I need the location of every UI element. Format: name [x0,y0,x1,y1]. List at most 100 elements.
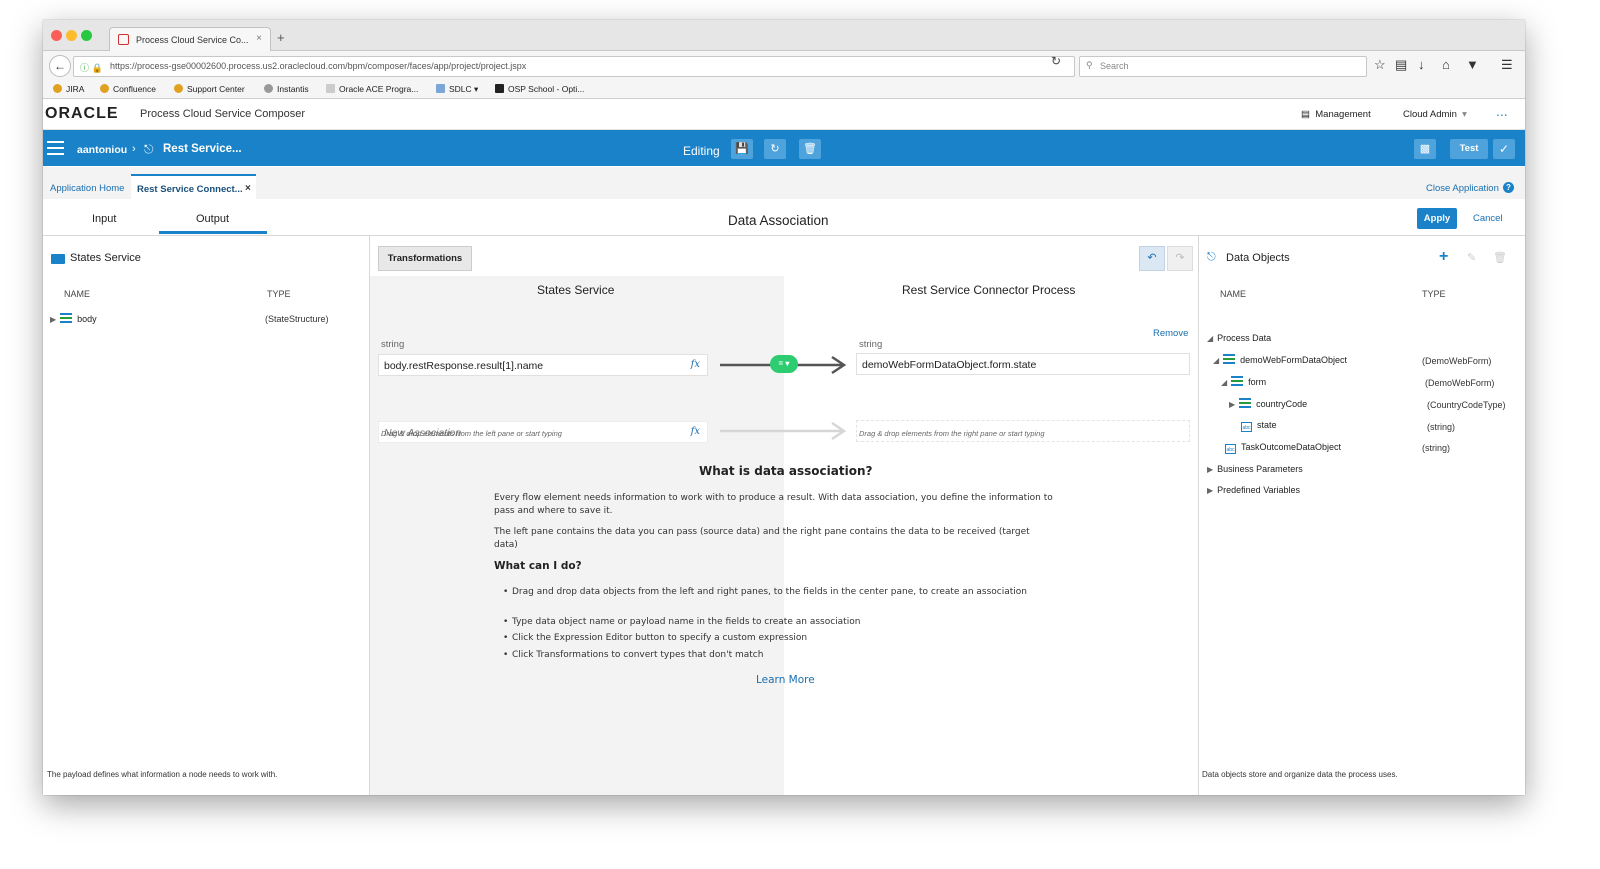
apply-button[interactable]: Apply [1417,208,1457,229]
collapse-icon[interactable]: ◢ [1221,378,1227,387]
more-options-icon[interactable]: ... [1496,103,1508,119]
undo-button[interactable]: ↶ [1139,246,1165,271]
tab-application-home[interactable]: Application Home [50,183,124,194]
breadcrumb-process[interactable]: Rest Service... [163,143,242,155]
lock-icon: ⓘ 🔒 [80,63,103,73]
tab-input[interactable]: Input [92,213,116,225]
delete-button[interactable]: 🗑 [799,139,821,159]
structure-icon [1239,398,1252,408]
close-window-icon[interactable] [51,30,62,41]
column-header-name: NAME [64,289,91,299]
expression-editor-icon[interactable]: fx [691,359,700,370]
browser-search-input[interactable]: ⚲ Search [1079,56,1367,77]
close-tab-icon[interactable]: × [256,33,262,44]
bookmark-support-center[interactable]: Support Center [174,84,245,94]
trash-icon[interactable]: 🗑 [1493,251,1507,264]
expression-editor-icon[interactable]: fx [691,426,700,437]
source-drop-hint: Drag & drop elements from the left pane … [381,429,562,438]
redo-button[interactable]: ↷ [1167,246,1193,271]
cancel-button[interactable]: Cancel [1473,213,1503,224]
expand-icon[interactable]: ▶ [1207,486,1213,495]
service-icon [51,254,65,264]
tree-item-body[interactable]: ▶ body [50,313,97,324]
browser-tab[interactable]: Process Cloud Service Co... × [109,27,271,52]
active-tab-indicator [159,231,267,234]
process-icon: ⎋ [144,142,154,156]
bookmark-oracle-ace[interactable]: Oracle ACE Progra... [326,84,418,94]
help-bullet: Click the Expression Editor button to sp… [503,632,1042,645]
close-icon[interactable]: × [245,183,251,194]
test-button[interactable]: Test [1450,139,1488,159]
save-button[interactable]: 💾 [731,139,753,159]
home-icon[interactable]: ⌂ [1442,57,1450,72]
structure-icon [1231,376,1244,386]
tree-item-demo-web-form-data-object[interactable]: ◢ demoWebFormDataObject [1213,354,1347,365]
breadcrumb-user[interactable]: aantoniou [77,144,127,156]
expand-icon[interactable]: ▶ [1207,465,1213,474]
expand-icon[interactable]: ▶ [50,315,56,324]
check-icon: ✓ [1498,142,1510,156]
browser-tab-strip: Process Cloud Service Co... × + [43,20,1525,52]
bookmark-sdlc-folder[interactable]: SDLC ▾ [436,84,478,95]
download-icon[interactable]: ↓ [1418,57,1425,72]
tree-item-type: (DemoWebForm) [1422,356,1492,366]
hamburger-menu-icon[interactable] [47,141,64,155]
target-expression-field[interactable]: demoWebFormDataObject.form.state [856,353,1190,375]
new-tab-button[interactable]: + [277,30,285,45]
reload-icon[interactable]: ↻ [1051,54,1061,68]
validate-button[interactable]: ✓ [1493,139,1515,159]
tree-item-task-outcome-data-object[interactable]: abc TaskOutcomeDataObject [1225,442,1341,454]
source-expression-field[interactable]: body.restResponse.result[1].name fx [378,354,708,376]
save-icon: 💾 [735,143,749,155]
tree-item-business-parameters[interactable]: ▶ Business Parameters [1207,464,1303,474]
user-menu[interactable]: Cloud Admin ▾ [1403,109,1467,120]
url-bar[interactable]: ⓘ 🔒 https://process-gse00002600.process.… [73,56,1075,77]
tree-item-country-code[interactable]: ▶ countryCode [1229,398,1307,409]
source-pane: States Service NAME TYPE ▶ body (StateStr… [43,236,370,795]
tree-item-form[interactable]: ◢ form [1221,376,1266,387]
bookmark-osp-school[interactable]: OSP School - Opti... [495,84,584,94]
edit-icon[interactable]: ✎ [1467,251,1476,264]
tab-label: Rest Service Connect... [137,184,243,195]
bookmark-star-icon[interactable]: ☆ [1374,57,1386,73]
tree-item-state[interactable]: abc state [1241,420,1277,432]
collapse-icon[interactable]: ◢ [1207,334,1213,343]
minimize-window-icon[interactable] [66,30,77,41]
transformations-button[interactable]: Transformations [378,246,472,271]
preview-button[interactable]: ▩ [1414,139,1436,159]
help-icon[interactable]: ? [1503,182,1514,193]
tab-output[interactable]: Output [196,213,229,225]
add-icon[interactable]: + [1439,248,1448,266]
bookmark-confluence[interactable]: Confluence [100,84,156,94]
bookmarks-bar: JIRA Confluence Support Center Instantis… [43,81,1525,99]
image-icon [326,84,335,93]
source-type-label: string [381,339,405,350]
management-link[interactable]: ▤ Management [1301,109,1371,120]
tab-rest-service-connector[interactable]: Rest Service Connect... × [131,174,256,199]
browser-menu-icon[interactable]: ☰ [1501,57,1513,73]
help-paragraph-2: The left pane contains the data you can … [494,527,1030,550]
editor-toolbar: aantoniou › ⎋ Rest Service... Editing 💾 … [43,130,1525,166]
learn-more-link[interactable]: Learn More [756,674,815,686]
bookmark-jira[interactable]: JIRA [53,84,84,94]
close-application-link[interactable]: Close Application [1426,183,1499,194]
reading-list-icon[interactable]: ▤ [1395,57,1407,73]
osp-icon [495,84,504,93]
bookmark-instantis[interactable]: Instantis [264,84,309,94]
tree-item-process-data[interactable]: ◢ Process Data [1207,333,1271,343]
back-button[interactable]: ← [49,55,71,77]
collapse-icon[interactable]: ◢ [1213,356,1219,365]
mapping-operator-button[interactable]: = ▾ [770,355,798,373]
pocket-icon[interactable]: ▼ [1466,57,1479,72]
tree-item-type: (string) [1422,443,1451,453]
expand-icon[interactable]: ▶ [1229,400,1235,409]
search-placeholder: Search [1100,61,1129,71]
tree-item-predefined-variables[interactable]: ▶ Predefined Variables [1207,485,1300,495]
remove-link[interactable]: Remove [1153,328,1188,339]
oracle-favicon-icon [118,34,129,45]
jira-icon [53,84,62,93]
maximize-window-icon[interactable] [81,30,92,41]
publish-button[interactable]: ↻ [764,139,786,159]
app-tabs: Application Home Rest Service Connect...… [43,167,1525,199]
target-expression-value: demoWebFormDataObject.form.state [862,359,1037,371]
